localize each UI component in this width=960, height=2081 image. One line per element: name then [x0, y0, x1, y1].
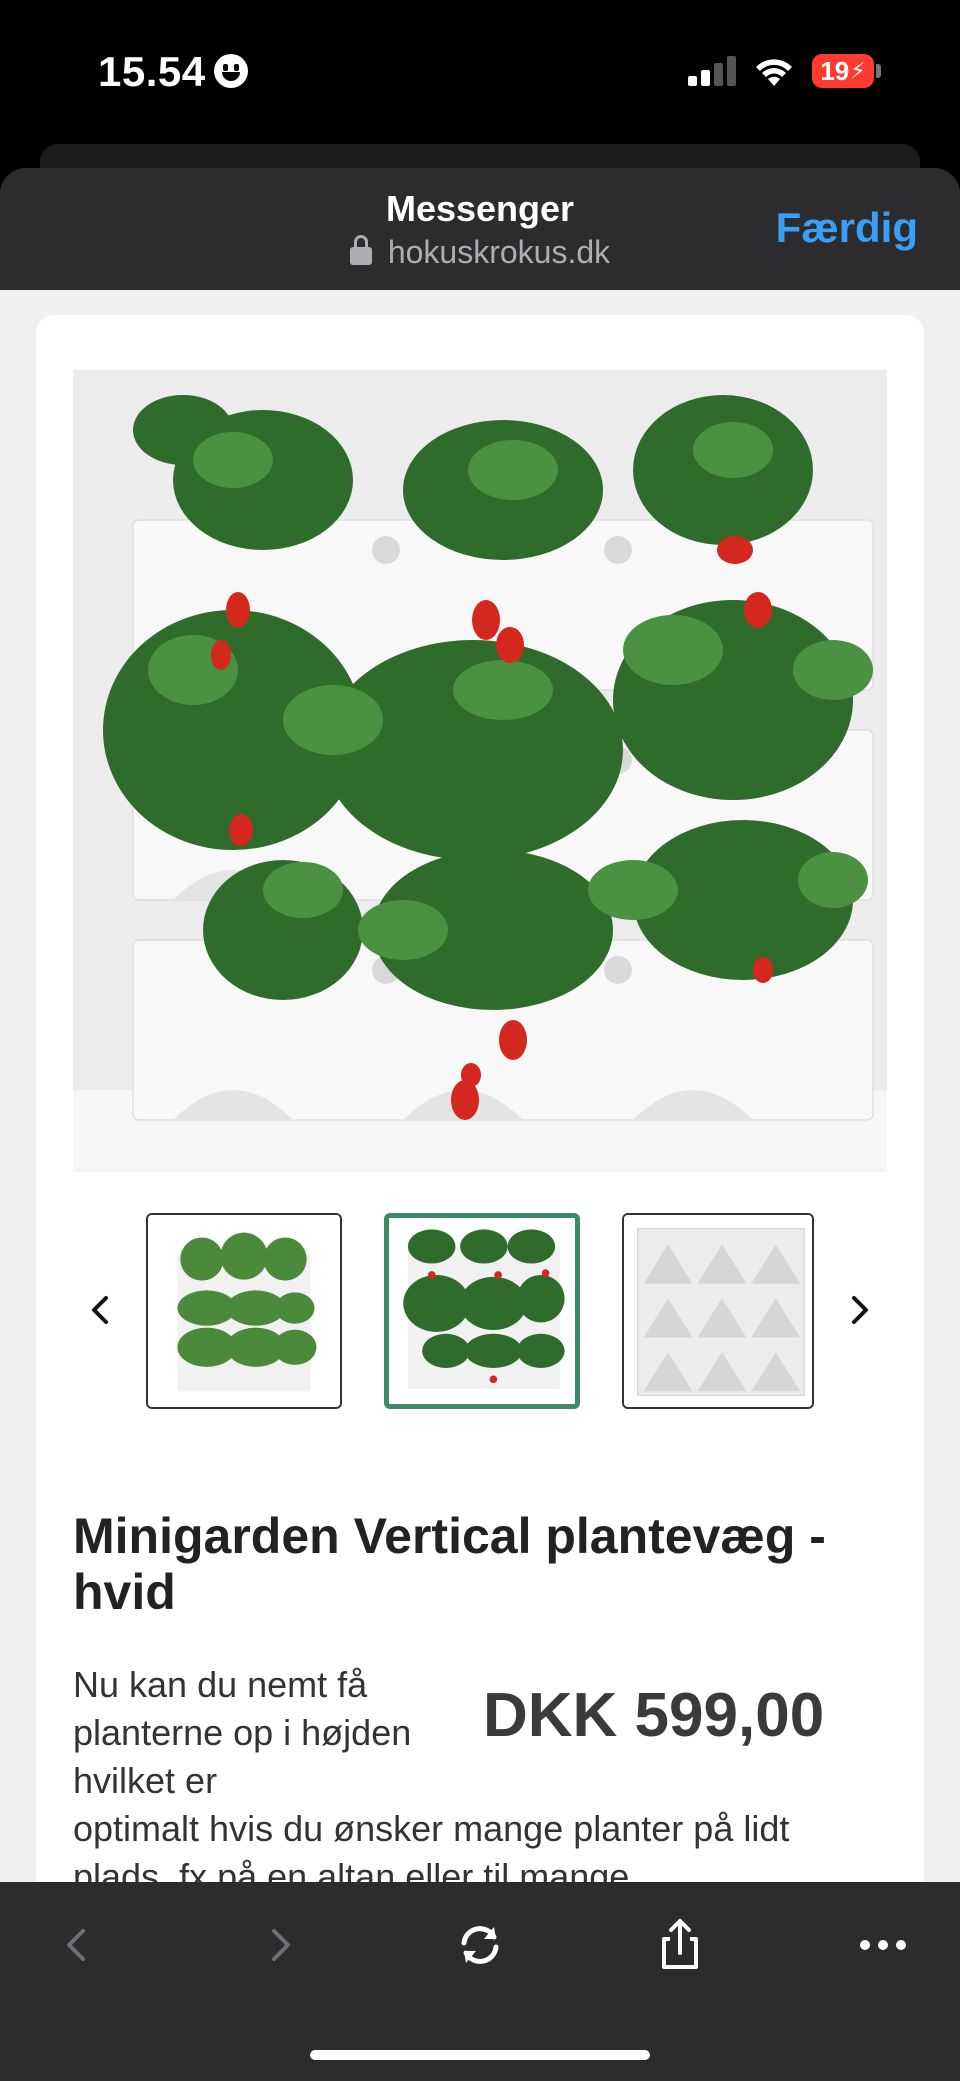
description-part-2: optimalt hvis du ønsker mange planter på…: [73, 1808, 790, 1882]
battery-level: 19: [820, 55, 850, 86]
product-card: Minigarden Vertical plantevæg - hvid Nu …: [36, 315, 924, 1882]
home-indicator[interactable]: [310, 2050, 650, 2060]
more-options-button[interactable]: [848, 1910, 918, 1980]
charging-bolt-icon: ⚡: [850, 58, 866, 83]
product-main-image[interactable]: [73, 370, 887, 1172]
forward-button[interactable]: [245, 1910, 315, 1980]
thumbnail-gallery: [36, 1210, 924, 1410]
browser-header: Messenger hokuskrokus.dk Færdig: [0, 168, 960, 290]
share-icon: [662, 1919, 698, 1969]
battery-nub: [876, 64, 881, 78]
battery-icon: 19 ⚡: [812, 54, 874, 88]
strawberry-planter-thumb-image: [389, 1218, 575, 1404]
gallery-previous-button[interactable]: [80, 1280, 120, 1340]
thumbnail-empty-planter[interactable]: [622, 1213, 814, 1409]
chevron-right-icon: [272, 1929, 290, 1961]
empty-white-planter-thumb-image: [624, 1215, 812, 1407]
web-page[interactable]: Minigarden Vertical plantevæg - hvid Nu …: [0, 290, 960, 1882]
reload-icon: [461, 1926, 499, 1964]
herb-planter-thumb-image: [148, 1215, 340, 1407]
product-title: Minigarden Vertical plantevæg - hvid: [73, 1508, 826, 1620]
smiley-icon: [214, 54, 248, 88]
strawberry-planter-image: [73, 370, 887, 1172]
chevron-left-icon: [67, 1929, 85, 1961]
done-button[interactable]: Færdig: [776, 204, 918, 252]
thumbnail-strawberries[interactable]: [384, 1213, 580, 1409]
cellular-signal-icon: [688, 56, 738, 86]
product-price: DKK 599,00: [483, 1681, 825, 1750]
status-time: 15.54: [98, 48, 206, 95]
chevron-left-icon: [92, 1296, 108, 1324]
thumbnail-herbs[interactable]: [146, 1213, 342, 1409]
ellipsis-icon: [860, 1940, 906, 1950]
description-part-1: Nu kan du nemt få planterne op i højden …: [73, 1664, 412, 1801]
back-button[interactable]: [42, 1910, 112, 1980]
share-button[interactable]: [645, 1910, 715, 1980]
wifi-icon: [756, 59, 792, 86]
lock-icon: [349, 235, 372, 265]
chevron-right-icon: [852, 1296, 868, 1324]
url-text: hokuskrokus.dk: [387, 234, 611, 270]
status-bar: 15.54 19 ⚡: [0, 0, 960, 145]
browser-toolbar: [0, 1882, 960, 2081]
reload-button[interactable]: [445, 1910, 515, 1980]
gallery-next-button[interactable]: [840, 1280, 880, 1340]
